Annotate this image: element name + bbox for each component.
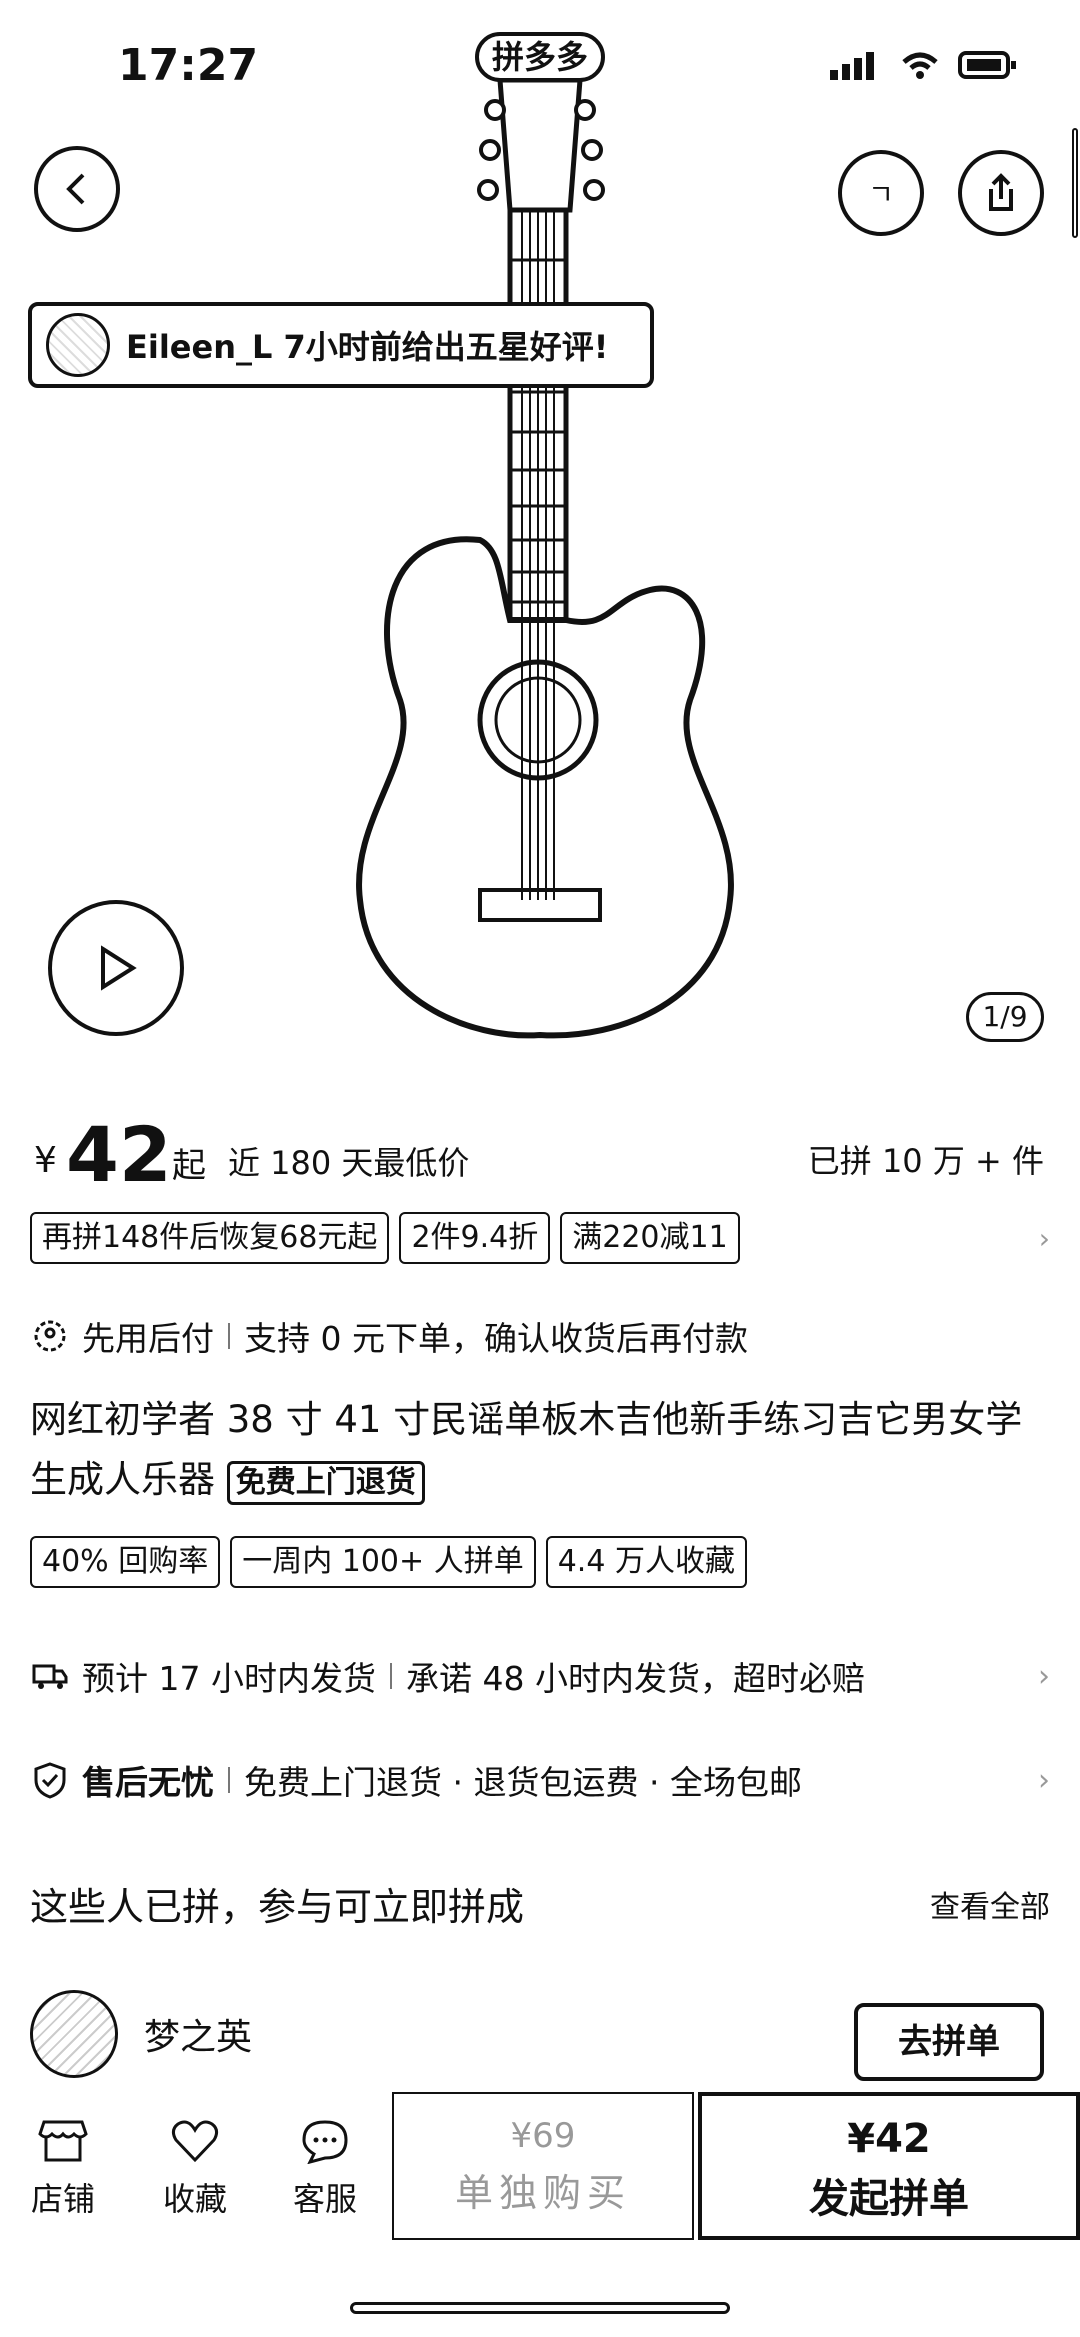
service-button[interactable]: 客服 (270, 2118, 380, 2220)
chevron-right-icon: › (1038, 1762, 1050, 1798)
home-indicator[interactable] (350, 2302, 730, 2314)
single-price: ¥69 (510, 2116, 576, 2156)
play-video-button[interactable] (48, 900, 184, 1036)
sold-count: 已拼 10 万 + 件 (807, 1142, 1044, 1180)
product-title-text: 网红初学者 38 寸 41 寸民谣单板木吉他新手练习吉它男女学生成人乐器 (30, 1398, 1023, 1501)
product-title: 网红初学者 38 寸 41 寸民谣单板木吉他新手练习吉它男女学生成人乐器 免费上… (30, 1390, 1050, 1510)
store-icon (38, 2120, 88, 2162)
back-button[interactable] (34, 146, 120, 232)
service-label: 客服 (292, 2180, 357, 2218)
heart-icon (171, 2120, 219, 2163)
image-page-indicator: 1/9 (966, 992, 1044, 1042)
group-price: ¥42 (847, 2116, 931, 2162)
price-row: ¥ 42 起 近 180 天最低价 已拼 10 万 + 件 (30, 1110, 1050, 1200)
favorite-button[interactable]: 收藏 (140, 2118, 250, 2220)
member-name: 梦之英 (144, 2017, 253, 2058)
promo-tag: 再拼148件后恢复68元起 (30, 1212, 390, 1264)
favorite-label: 收藏 (162, 2180, 227, 2218)
promo-tag: 2件9.4折 (399, 1212, 551, 1264)
single-label: 单独购买 (454, 2171, 631, 2215)
group-section-header: 这些人已拼，参与可立即拼成 查看全部 (30, 1876, 1050, 1931)
product-image-gallery[interactable]: ㄱ Eileen_L 7小时前给出五星好评! 1/9 (0, 0, 1080, 1060)
after-sale-row[interactable]: 售后无忧 免费上门退货 · 退货包运费 · 全场包邮 › (30, 1756, 1050, 1804)
after-sale-desc: 免费上门退货 · 退货包运费 · 全场包邮 (244, 1763, 802, 1802)
pay-later-icon (34, 1320, 66, 1352)
share-button[interactable] (958, 150, 1044, 236)
shipping-label: 预计 17 小时内发货 (82, 1659, 376, 1698)
chevron-right-icon: › (1038, 1658, 1050, 1694)
free-return-badge: 免费上门退货 (226, 1461, 425, 1505)
clock: 17:27 (118, 40, 259, 91)
scroll-indicator (1072, 128, 1078, 238)
start-group-button[interactable]: ¥42 发起拼单 (698, 2092, 1080, 2240)
price-amount: 42 (66, 1110, 172, 1199)
pay-later-label: 先用后付 (82, 1319, 214, 1358)
share-icon (989, 173, 1013, 211)
wifi-icon (902, 52, 938, 79)
promo-chevron[interactable]: › (1039, 1222, 1050, 1255)
group-member: 梦之英 (30, 1990, 252, 2078)
avatar (30, 1990, 118, 2078)
play-icon (101, 945, 137, 991)
review-ticker: Eileen_L 7小时前给出五星好评! (28, 302, 654, 388)
pay-later-row[interactable]: 先用后付 支持 0 元下单，确认收货后再付款 (30, 1312, 1050, 1360)
stat-tag: 40% 回购率 (30, 1536, 221, 1588)
more-icon: ㄱ (868, 178, 894, 211)
lowest-price-note: 近 180 天最低价 (228, 1144, 470, 1182)
shipping-desc: 承诺 48 小时内发货，超时必赔 (405, 1659, 865, 1698)
view-all-link[interactable]: 查看全部 (930, 1882, 1050, 1926)
promo-tag: 满220减11 (560, 1212, 740, 1264)
store-button[interactable]: 店铺 (8, 2118, 118, 2220)
join-group-button[interactable]: 去拼单 (854, 2003, 1044, 2081)
reviewer-avatar (46, 313, 110, 377)
back-icon (66, 173, 85, 205)
after-sale-label: 售后无忧 (82, 1763, 214, 1802)
currency-symbol: ¥ (34, 1140, 57, 1181)
pay-later-desc: 支持 0 元下单，确认收货后再付款 (244, 1319, 748, 1358)
app-logo: 拼多多 (475, 32, 605, 82)
signal-icon (830, 52, 874, 80)
guitar-image (356, 77, 734, 1039)
chat-icon (302, 2120, 348, 2164)
shield-icon (34, 1762, 66, 1799)
group-section-title: 这些人已拼，参与可立即拼成 (30, 1885, 525, 1929)
price-suffix: 起 (172, 1146, 206, 1186)
more-button[interactable]: ㄱ (838, 150, 924, 236)
review-text: Eileen_L 7小时前给出五星好评! (126, 328, 609, 366)
shipping-row[interactable]: 预计 17 小时内发货 承诺 48 小时内发货，超时必赔 › (30, 1652, 1050, 1700)
status-bar: 17:27 拼多多 (0, 0, 1080, 140)
bottom-action-bar: 店铺 收藏 客服 ¥69 单独购买 ¥42 发起拼单 (0, 2092, 1080, 2242)
stat-tag: 4.4 万人收藏 (545, 1536, 747, 1588)
stat-tags: 40% 回购率 一周内 100+ 人拼单 4.4 万人收藏 (30, 1536, 747, 1588)
truck-icon (32, 1664, 68, 1689)
group-label: 发起拼单 (809, 2176, 969, 2222)
battery-icon (958, 51, 1016, 79)
stat-tag: 一周内 100+ 人拼单 (230, 1536, 536, 1588)
promo-tags: 再拼148件后恢复68元起 2件9.4折 满220减11 (30, 1212, 740, 1264)
buy-single-button[interactable]: ¥69 单独购买 (392, 2092, 694, 2240)
store-label: 店铺 (30, 2180, 95, 2218)
